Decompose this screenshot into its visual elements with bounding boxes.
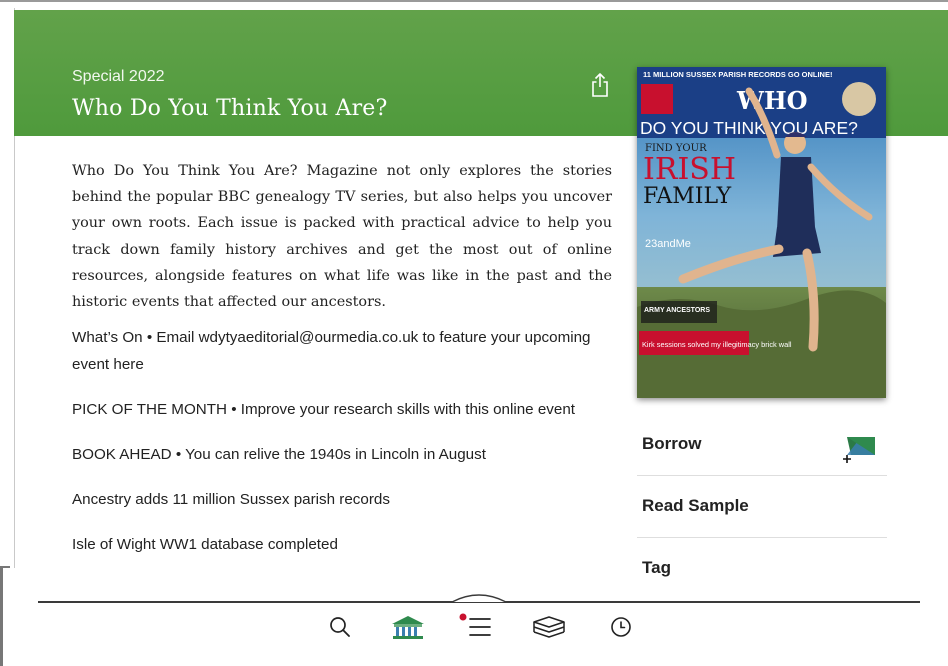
window-lower-border [0,568,3,666]
actions-panel: Borrow Read Sample Tag [637,414,887,600]
cover-army: ARMY ANCESTORS [644,307,710,314]
clock-icon [611,617,631,637]
tab-search[interactable] [325,612,355,642]
article-item-whats-on[interactable]: What’s On • Email wdytyaeditorial@ourmed… [72,324,617,378]
cover-title-line: DO YOU THINK YOU ARE? [640,118,858,138]
share-icon[interactable] [589,72,611,98]
edition-subtitle: Special 2022 [72,68,165,85]
borrow-button[interactable]: Borrow [637,414,887,476]
magazine-description: Who Do You Think You Are? Magazine not o… [72,163,612,311]
magazine-title: Who Do You Think You Are? [72,96,388,121]
cover-family: FAMILY [643,184,732,209]
cover-artwork: 11 MILLION SUSSEX PARISH RECORDS GO ONLI… [637,67,886,398]
article-item-book-ahead[interactable]: BOOK AHEAD • You can relive the 1940s in… [72,441,617,468]
library-icon [392,616,424,639]
tab-book-stack[interactable] [530,612,568,642]
borrow-icon[interactable] [841,433,877,463]
book-stack-icon [533,616,565,638]
read-sample-button[interactable]: Read Sample [637,476,887,538]
magazine-cover[interactable]: 11 MILLION SUSSEX PARISH RECORDS GO ONLI… [637,67,886,398]
read-sample-label: Read Sample [642,496,749,515]
tab-recent[interactable] [606,612,636,642]
borrow-label: Borrow [642,434,702,453]
article-item-pick-of-month[interactable]: PICK OF THE MONTH • Improve your researc… [72,396,617,423]
cover-dna: 23andMe [645,238,691,250]
tag-button[interactable]: Tag [637,538,887,600]
article-list: What’s On • Email wdytyaeditorial@ourmed… [72,324,617,576]
tab-menu[interactable] [458,612,494,642]
window-top-border [0,0,948,2]
tag-label: Tag [642,558,671,577]
tab-bar-indicator [452,594,506,603]
article-item-ancestry[interactable]: Ancestry adds 11 million Sussex parish r… [72,486,617,513]
cover-banner: 11 MILLION SUSSEX PARISH RECORDS GO ONLI… [643,70,832,79]
tab-library[interactable] [390,612,426,642]
article-item-isle-of-wight[interactable]: Isle of Wight WW1 database completed [72,531,617,558]
menu-list-icon [459,613,491,636]
cover-kirk: Kirk sessions solved my illegitimacy bri… [642,340,792,349]
cover-irish: IRISH [643,152,736,187]
search-icon [330,617,350,637]
notification-badge [459,613,467,621]
